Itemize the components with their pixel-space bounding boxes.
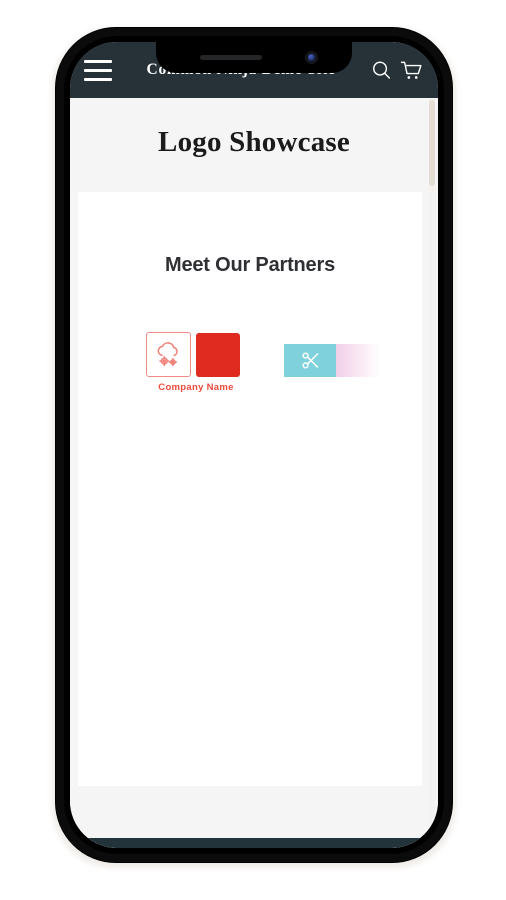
company-name-caption: Company Name [158, 382, 234, 393]
search-icon[interactable] [370, 59, 393, 82]
hamburger-menu-icon[interactable] [84, 59, 112, 81]
front-camera [305, 51, 318, 64]
logo-slide[interactable] [284, 344, 380, 377]
logo-slide[interactable]: Company Name [146, 332, 240, 393]
hamburger-bar [84, 77, 112, 81]
red-square-logo[interactable] [196, 332, 240, 377]
scissors-logo[interactable] [284, 344, 336, 377]
header-icon-group [370, 59, 424, 82]
logo-carousel[interactable]: Company Name [78, 332, 422, 412]
page-body: Logo Showcase Meet Our Partners Company … [70, 98, 438, 848]
content-card: Meet Our Partners Company Name [78, 192, 422, 786]
vertical-scrollbar-thumb[interactable] [429, 100, 435, 186]
phone-frame: Common Ninja Demo Site [56, 28, 452, 862]
phone-notch [156, 42, 352, 73]
cloud-gear-logo[interactable] [146, 332, 191, 377]
bottom-accent-bar [70, 838, 438, 848]
hamburger-bar [84, 68, 112, 72]
vertical-scrollbar-track[interactable] [429, 98, 435, 848]
shopping-cart-icon[interactable] [400, 59, 424, 82]
earpiece-speaker [200, 55, 262, 60]
page-title: Logo Showcase [158, 126, 350, 158]
phone-screen: Common Ninja Demo Site [70, 42, 438, 848]
screenshot-stage: Common Ninja Demo Site [0, 0, 506, 900]
pink-gradient-logo[interactable] [336, 344, 380, 377]
section-heading: Meet Our Partners [165, 254, 335, 276]
hamburger-bar [84, 59, 112, 63]
